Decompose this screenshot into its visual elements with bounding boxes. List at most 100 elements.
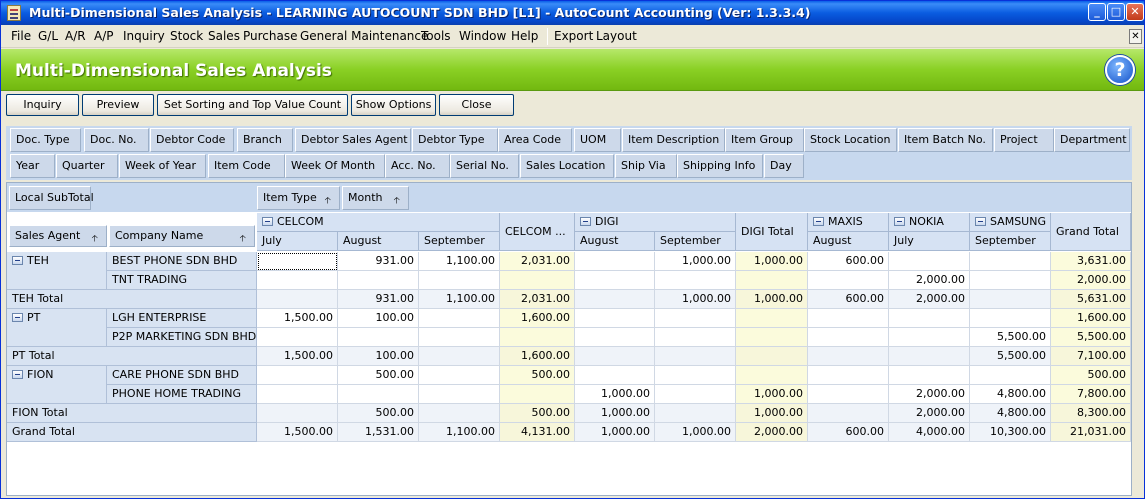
grid-cell[interactable] (575, 328, 655, 347)
grid-cell[interactable]: 4,000.00 (889, 423, 970, 442)
field-department[interactable]: Department (1054, 128, 1130, 152)
column-field-item-type[interactable]: Item Type 🡡 (257, 186, 340, 210)
grid-cell[interactable] (655, 366, 736, 385)
menu-file[interactable]: File (11, 29, 31, 43)
field-doc-type[interactable]: Doc. Type (10, 128, 81, 152)
grid-cell[interactable] (889, 347, 970, 366)
grid-cell[interactable]: 2,000.00 (736, 423, 808, 442)
grid-cell[interactable]: 100.00 (338, 347, 419, 366)
row-field-company-name[interactable]: Company Name 🡡 (109, 225, 255, 247)
grid-cell[interactable] (575, 309, 655, 328)
column-group-celcom[interactable]: CELCOM (257, 213, 500, 232)
grid-cell[interactable]: 4,131.00 (500, 423, 575, 442)
grid-cell[interactable] (338, 328, 419, 347)
grid-cell[interactable] (257, 366, 338, 385)
grid-cell[interactable]: 21,031.00 (1051, 423, 1131, 442)
grid-cell[interactable] (736, 309, 808, 328)
row-company[interactable]: BEST PHONE SDN BHD (107, 252, 257, 271)
column-month[interactable]: September (419, 232, 500, 251)
grid-cell[interactable]: 7,100.00 (1051, 347, 1131, 366)
grid-cell[interactable] (419, 385, 500, 404)
grid-cell[interactable]: 931.00 (338, 290, 419, 309)
grid-cell[interactable]: 8,300.00 (1051, 404, 1131, 423)
grid-cell[interactable]: 1,000.00 (575, 385, 655, 404)
column-total-digi[interactable]: DIGI Total (736, 213, 808, 251)
menu-layout[interactable]: Layout (596, 29, 637, 43)
column-group-nokia[interactable]: NOKIA (889, 213, 970, 232)
column-month[interactable]: August (338, 232, 419, 251)
grid-cell[interactable] (970, 366, 1051, 385)
field-project[interactable]: Project (994, 128, 1054, 152)
field-item-group[interactable]: Item Group (725, 128, 804, 152)
preview-button[interactable]: Preview (82, 94, 154, 116)
menu-stock[interactable]: Stock (170, 29, 203, 43)
grid-cell[interactable] (575, 252, 655, 271)
row-company[interactable]: CARE PHONE SDN BHD (107, 366, 257, 385)
row-company[interactable]: TNT TRADING (107, 271, 257, 290)
column-group-maxis[interactable]: MAXIS (808, 213, 889, 232)
inquiry-button[interactable]: Inquiry (6, 94, 79, 116)
grid-cell[interactable] (808, 404, 889, 423)
grid-cell[interactable] (970, 271, 1051, 290)
grid-cell[interactable]: 5,631.00 (1051, 290, 1131, 309)
grid-cell[interactable]: 1,100.00 (419, 423, 500, 442)
grid-cell[interactable]: 3,631.00 (1051, 252, 1131, 271)
grid-cell[interactable] (500, 328, 575, 347)
field-sales-location[interactable]: Sales Location (520, 154, 614, 178)
grid-cell[interactable] (419, 328, 500, 347)
grid-cell[interactable]: 4,800.00 (970, 385, 1051, 404)
mdi-close-icon[interactable]: ✕ (1129, 29, 1142, 44)
grid-cell[interactable]: 2,000.00 (889, 271, 970, 290)
collapse-icon[interactable] (580, 216, 591, 226)
row-subtotal[interactable]: FION Total (7, 404, 257, 423)
grid-cell[interactable]: 4,800.00 (970, 404, 1051, 423)
column-total-celcom[interactable]: CELCOM ... (500, 213, 575, 251)
grid-cell[interactable] (736, 271, 808, 290)
column-month[interactable]: August (575, 232, 655, 251)
field-item-code[interactable]: Item Code (208, 154, 285, 178)
field-branch[interactable]: Branch (237, 128, 293, 152)
grid-cell[interactable]: 5,500.00 (1051, 328, 1131, 347)
field-debtor-sales-agent[interactable]: Debtor Sales Agent (295, 128, 411, 152)
grid-cell[interactable] (736, 328, 808, 347)
column-group-digi[interactable]: DIGI (575, 213, 736, 232)
grid-cell[interactable]: 500.00 (1051, 366, 1131, 385)
field-quarter[interactable]: Quarter (56, 154, 118, 178)
grid-cell[interactable]: 2,000.00 (1051, 271, 1131, 290)
grid-cell[interactable] (257, 252, 338, 271)
grid-cell[interactable] (655, 328, 736, 347)
grid-cell[interactable]: 1,600.00 (500, 347, 575, 366)
grid-cell[interactable] (736, 366, 808, 385)
grid-cell[interactable]: 1,531.00 (338, 423, 419, 442)
grid-cell[interactable]: 2,000.00 (889, 404, 970, 423)
grid-cell[interactable] (500, 271, 575, 290)
row-field-sales-agent[interactable]: Sales Agent 🡡 (9, 225, 107, 247)
grid-cell[interactable]: 1,600.00 (500, 309, 575, 328)
pivot-grid[interactable]: Local SubTotal Item Type 🡡 Month 🡡 CELCO… (6, 182, 1132, 496)
close-window-button[interactable]: ✕ (1126, 3, 1144, 21)
grid-cell[interactable]: 5,500.00 (970, 328, 1051, 347)
field-item-description[interactable]: Item Description (622, 128, 725, 152)
grid-cell[interactable] (575, 347, 655, 366)
grid-cell[interactable]: 1,000.00 (575, 423, 655, 442)
field-area-code[interactable]: Area Code (498, 128, 572, 152)
row-agent-teh[interactable]: TEH (7, 252, 107, 290)
menu-tools[interactable]: Tools (421, 29, 451, 43)
field-week-of-month[interactable]: Week Of Month (285, 154, 385, 178)
grid-cell[interactable]: 600.00 (808, 290, 889, 309)
column-month[interactable]: July (257, 232, 338, 251)
menu-general-maintenance[interactable]: General Maintenance (300, 29, 428, 43)
grid-cell[interactable] (970, 309, 1051, 328)
menu-help[interactable]: Help (511, 29, 538, 43)
collapse-icon[interactable] (813, 216, 824, 226)
field-item-batch-no[interactable]: Item Batch No. (898, 128, 993, 152)
grid-cell[interactable]: 1,000.00 (736, 385, 808, 404)
grid-cell[interactable] (575, 290, 655, 309)
column-month[interactable]: July (889, 232, 970, 251)
grid-cell[interactable] (575, 366, 655, 385)
grid-cell[interactable]: 1,000.00 (736, 290, 808, 309)
data-field-local-subtotal[interactable]: Local SubTotal (9, 186, 94, 210)
help-icon[interactable]: ? (1105, 55, 1135, 85)
grid-cell[interactable] (889, 252, 970, 271)
grid-cell[interactable] (808, 271, 889, 290)
